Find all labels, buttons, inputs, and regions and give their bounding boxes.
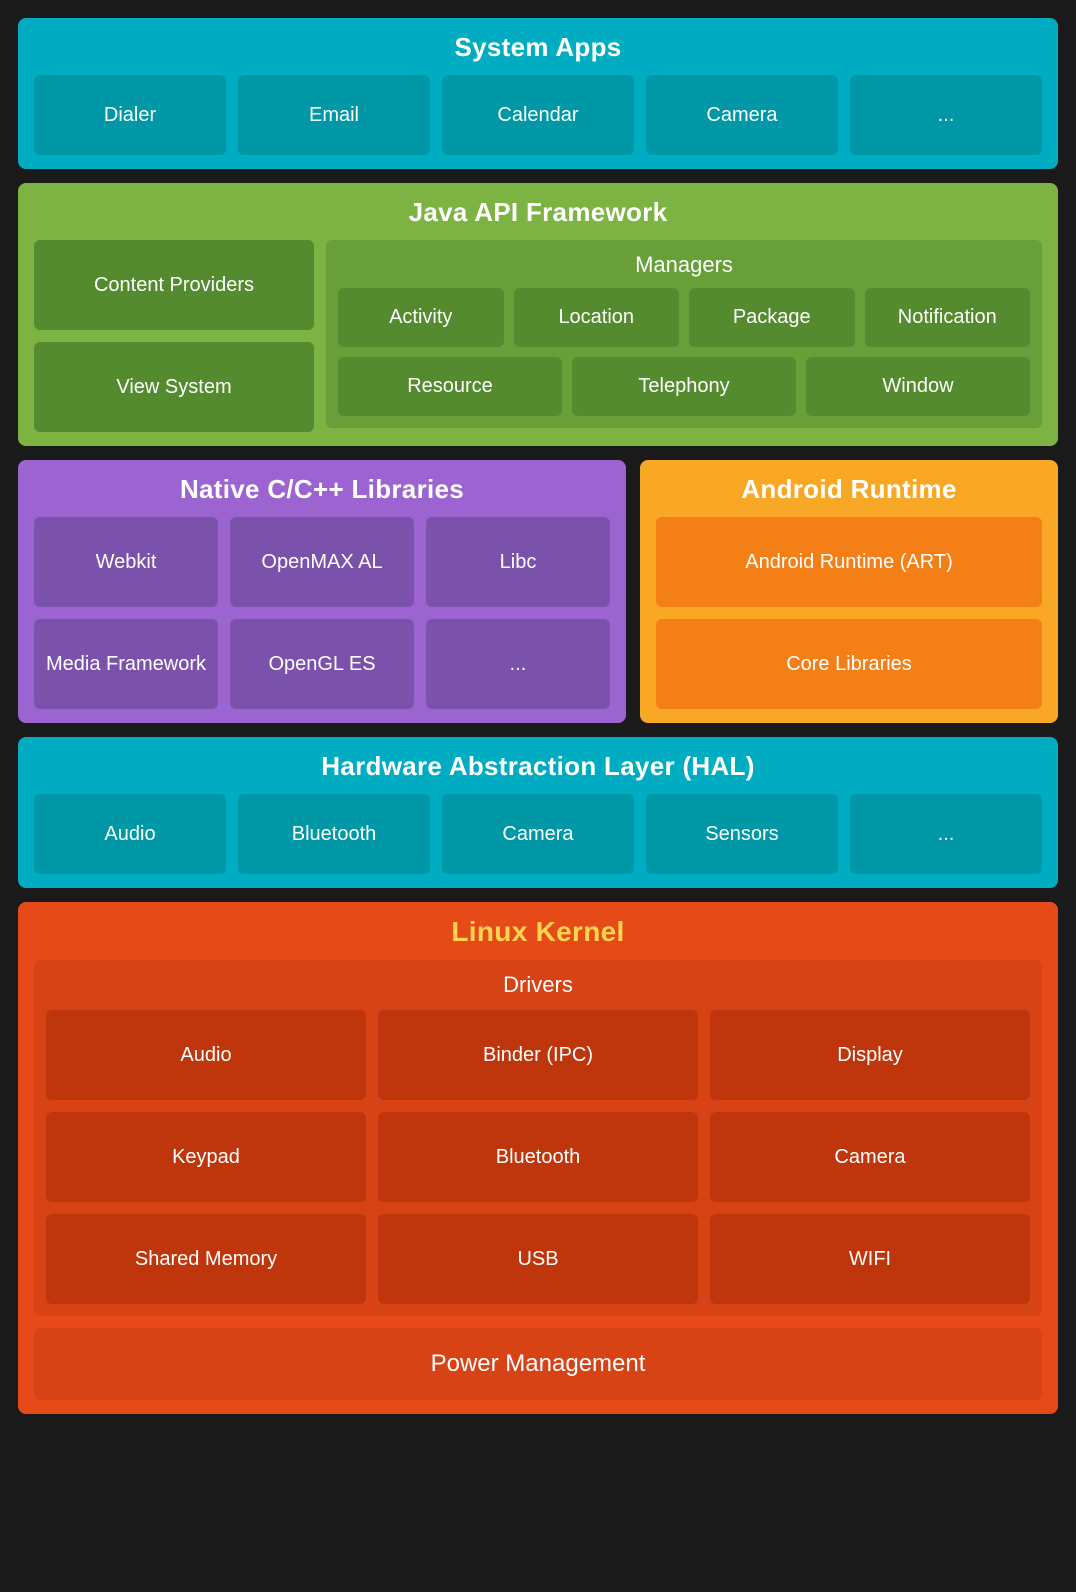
hal-boxes: Audio Bluetooth Camera Sensors ...: [34, 794, 1042, 874]
kernel-display-box: Display: [710, 1010, 1030, 1100]
managers-grid: Activity Location Package Notification R…: [338, 288, 1030, 416]
hal-title: Hardware Abstraction Layer (HAL): [34, 751, 1042, 782]
hal-sensors-box: Sensors: [646, 794, 838, 874]
kernel-binder-box: Binder (IPC): [378, 1010, 698, 1100]
window-box: Window: [806, 357, 1030, 416]
managers-row-1: Activity Location Package Notification: [338, 288, 1030, 347]
package-box: Package: [689, 288, 855, 347]
native-runtime-row: Native C/C++ Libraries Webkit OpenMAX AL…: [18, 460, 1058, 723]
kernel-audio-box: Audio: [46, 1010, 366, 1100]
view-system-box: View System: [34, 342, 314, 432]
native-more-box: ...: [426, 619, 610, 709]
managers-title: Managers: [338, 252, 1030, 278]
media-framework-box: Media Framework: [34, 619, 218, 709]
notification-box: Notification: [865, 288, 1031, 347]
linux-kernel-layer: Linux Kernel Drivers Audio Binder (IPC) …: [18, 902, 1058, 1414]
java-api-right: Managers Activity Location Package Notif…: [326, 240, 1042, 432]
content-providers-box: Content Providers: [34, 240, 314, 330]
camera-box: Camera: [646, 75, 838, 155]
kernel-usb-box: USB: [378, 1214, 698, 1304]
kernel-keypad-box: Keypad: [46, 1112, 366, 1202]
kernel-wifi-box: WIFI: [710, 1214, 1030, 1304]
linux-kernel-title: Linux Kernel: [34, 916, 1042, 948]
libc-box: Libc: [426, 517, 610, 607]
native-libs-grid: Webkit OpenMAX AL Libc Media Framework O…: [34, 517, 610, 709]
activity-box: Activity: [338, 288, 504, 347]
power-management-box: Power Management: [34, 1328, 1042, 1400]
managers-row-2: Resource Telephony Window: [338, 357, 1030, 416]
location-box: Location: [514, 288, 680, 347]
kernel-camera-box: Camera: [710, 1112, 1030, 1202]
android-runtime-layer: Android Runtime Android Runtime (ART) Co…: [640, 460, 1058, 723]
android-runtime-title: Android Runtime: [656, 474, 1042, 505]
hal-layer: Hardware Abstraction Layer (HAL) Audio B…: [18, 737, 1058, 888]
system-apps-layer: System Apps Dialer Email Calendar Camera…: [18, 18, 1058, 169]
dialer-box: Dialer: [34, 75, 226, 155]
kernel-shared-memory-box: Shared Memory: [46, 1214, 366, 1304]
hal-camera-box: Camera: [442, 794, 634, 874]
calendar-box: Calendar: [442, 75, 634, 155]
system-apps-title: System Apps: [34, 32, 1042, 63]
drivers-grid: Audio Binder (IPC) Display Keypad Blueto…: [46, 1010, 1030, 1304]
kernel-bluetooth-box: Bluetooth: [378, 1112, 698, 1202]
java-api-left: Content Providers View System: [34, 240, 314, 432]
managers-container: Managers Activity Location Package Notif…: [326, 240, 1042, 428]
java-api-content: Content Providers View System Managers A…: [34, 240, 1042, 432]
telephony-box: Telephony: [572, 357, 796, 416]
more-box: ...: [850, 75, 1042, 155]
drivers-title: Drivers: [46, 972, 1030, 998]
email-box: Email: [238, 75, 430, 155]
java-api-title: Java API Framework: [34, 197, 1042, 228]
native-libs-title: Native C/C++ Libraries: [34, 474, 610, 505]
drivers-section: Drivers Audio Binder (IPC) Display Keypa…: [34, 960, 1042, 1316]
opengl-box: OpenGL ES: [230, 619, 414, 709]
openmax-box: OpenMAX AL: [230, 517, 414, 607]
art-box: Android Runtime (ART): [656, 517, 1042, 607]
core-libraries-box: Core Libraries: [656, 619, 1042, 709]
hal-more-box: ...: [850, 794, 1042, 874]
resource-box: Resource: [338, 357, 562, 416]
hal-audio-box: Audio: [34, 794, 226, 874]
java-api-layer: Java API Framework Content Providers Vie…: [18, 183, 1058, 446]
system-apps-boxes: Dialer Email Calendar Camera ...: [34, 75, 1042, 155]
hal-bluetooth-box: Bluetooth: [238, 794, 430, 874]
native-libs-layer: Native C/C++ Libraries Webkit OpenMAX AL…: [18, 460, 626, 723]
webkit-box: Webkit: [34, 517, 218, 607]
